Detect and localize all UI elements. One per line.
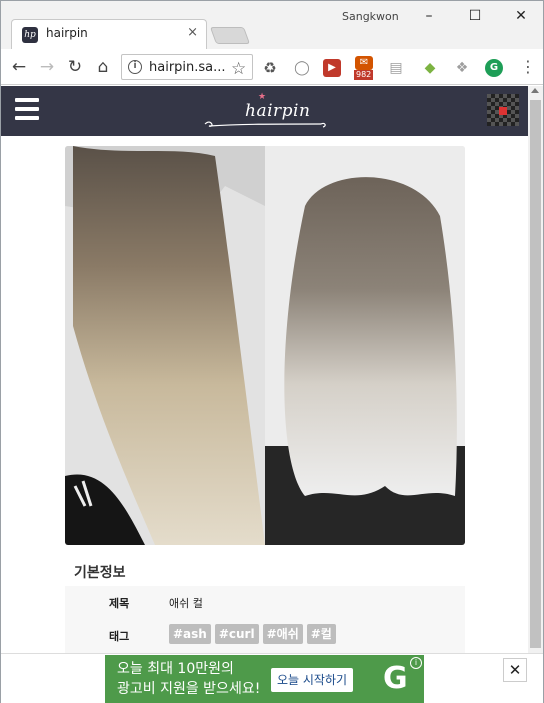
browser-menu-icon[interactable]: ⋮: [520, 58, 536, 76]
hairpin-favicon-icon: hp: [22, 27, 38, 43]
circle-ext-icon[interactable]: ◯: [293, 59, 311, 77]
info-key: 태그: [109, 630, 130, 643]
bookmark-star-icon[interactable]: ☆: [231, 59, 246, 79]
info-value: 애쉬 컬: [169, 597, 203, 610]
site-header: ★ hairpin: [1, 86, 528, 136]
minimize-button[interactable]: –: [411, 5, 447, 27]
avatar-dot: [499, 107, 507, 115]
forward-button[interactable]: →: [36, 56, 58, 78]
profile-name[interactable]: Sangkwon: [342, 10, 399, 23]
doc-ext-icon[interactable]: ▤: [387, 59, 405, 77]
maximize-button[interactable]: ☐: [457, 5, 493, 27]
scroll-up-icon[interactable]: [531, 88, 539, 93]
page-viewport: ★ hairpin 기본정보 제목 애쉬 컬 태그 #ash #curl #애쉬…: [1, 86, 528, 653]
title-bar: hp hairpin × Sangkwon – ☐ ✕: [1, 1, 543, 49]
reload-button[interactable]: ↻: [64, 56, 86, 78]
ad-info-icon[interactable]: i: [410, 657, 422, 669]
info-key: 제목: [109, 597, 130, 610]
info-row-tags: 태그 #ash #curl #애쉬 #컬: [65, 619, 465, 651]
tab-title: hairpin: [46, 26, 88, 40]
recycle-icon[interactable]: ♻: [261, 59, 279, 77]
info-table: 제목 애쉬 컬 태그 #ash #curl #애쉬 #컬: [65, 586, 465, 653]
cube-ext-icon[interactable]: ❖: [453, 59, 471, 77]
mail-icon[interactable]: ✉: [355, 56, 373, 70]
url-text[interactable]: hairpin.sa...: [149, 60, 226, 75]
ad-cta-button[interactable]: 오늘 시작하기: [271, 668, 354, 692]
hairpin-logo[interactable]: ★ hairpin: [201, 92, 329, 132]
ad-line-2: 광고비 지원을 받으세요!: [117, 681, 261, 697]
tag-list: #ash #curl #애쉬 #컬: [169, 623, 340, 644]
ad-line-1: 오늘 최대 10만원의: [117, 661, 234, 677]
info-row-title: 제목 애쉬 컬: [65, 586, 465, 618]
photo-right-hair: [265, 146, 465, 545]
android-icon[interactable]: ◆: [421, 59, 439, 77]
google-logo-icon: G: [383, 661, 408, 696]
section-title-basic-info: 기본정보: [74, 565, 126, 581]
hamburger-menu-icon[interactable]: [15, 98, 39, 120]
scroll-thumb[interactable]: [530, 100, 541, 648]
tag-curl[interactable]: #curl: [214, 624, 259, 644]
browser-window: hp hairpin × Sangkwon – ☐ ✕ ← → ↻ ⌂ i ha…: [0, 0, 544, 703]
back-button[interactable]: ←: [8, 56, 30, 78]
forward-ext-icon[interactable]: ▶: [323, 59, 341, 77]
close-window-button[interactable]: ✕: [503, 5, 539, 27]
tab-close-icon[interactable]: ×: [187, 25, 198, 40]
tag-ash-kr[interactable]: #애쉬: [262, 624, 303, 644]
photo-right-panel: [265, 146, 465, 545]
avatar[interactable]: [487, 94, 519, 126]
new-tab-button[interactable]: [209, 27, 251, 44]
site-info-icon[interactable]: i: [128, 60, 142, 74]
tag-curl-kr[interactable]: #컬: [306, 624, 336, 644]
logo-swirl-icon: [204, 121, 326, 128]
mail-badge: 982: [354, 70, 374, 80]
ad-close-button[interactable]: ✕: [503, 658, 527, 682]
home-button[interactable]: ⌂: [92, 56, 114, 78]
tag-ash[interactable]: #ash: [169, 624, 211, 644]
grammarly-icon[interactable]: G: [485, 59, 503, 77]
photo-left-hair: [65, 146, 265, 545]
ad-banner[interactable]: 오늘 최대 10만원의 광고비 지원을 받으세요! 오늘 시작하기 G i: [105, 655, 424, 703]
photo-left-panel: [65, 146, 265, 545]
ad-bar: 오늘 최대 10만원의 광고비 지원을 받으세요! 오늘 시작하기 G i ✕: [1, 653, 543, 703]
page-scrollbar[interactable]: [528, 86, 543, 653]
browser-tab[interactable]: hp hairpin ×: [11, 19, 207, 49]
hairstyle-photo[interactable]: [65, 146, 465, 545]
ad-text: 오늘 최대 10만원의 광고비 지원을 받으세요!: [117, 659, 260, 699]
browser-toolbar: ← → ↻ ⌂ i hairpin.sa... ☆ ♻ ◯ ▶ ✉ 982 ▤ …: [1, 49, 543, 85]
